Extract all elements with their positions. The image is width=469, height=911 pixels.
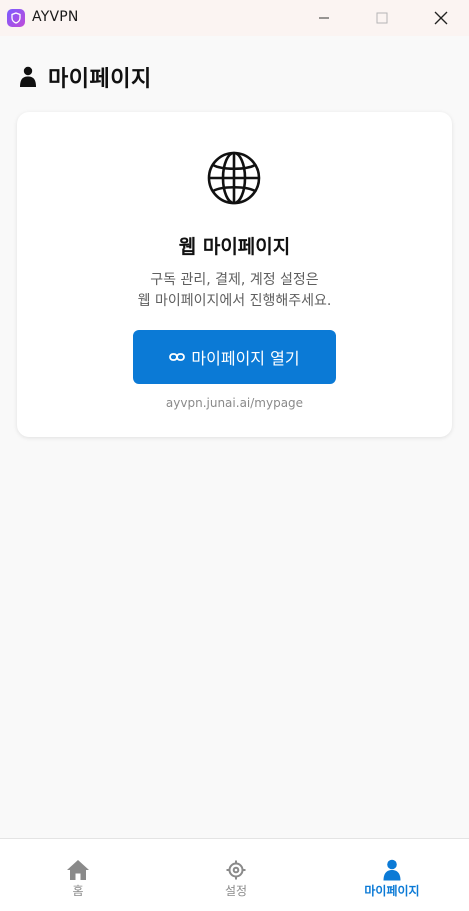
open-mypage-button-label: 마이페이지 열기 — [191, 349, 300, 368]
nav-item-mypage[interactable]: 마이페이지 — [314, 839, 469, 911]
card-description: 구독 관리, 결제, 계정 설정은 웹 마이페이지에서 진행해주세요. — [17, 270, 452, 312]
app-logo-icon — [7, 9, 25, 27]
minimize-icon — [319, 17, 329, 19]
web-mypage-card: 웹 마이페이지 구독 관리, 결제, 계정 설정은 웹 마이페이지에서 진행해주… — [17, 112, 452, 437]
card-title: 웹 마이페이지 — [178, 236, 291, 258]
page-header: 마이페이지 — [18, 62, 152, 92]
link-icon — [169, 353, 186, 361]
minimize-button[interactable] — [301, 0, 347, 36]
mypage-url: ayvpn.junai.ai/mypage — [165, 396, 304, 410]
card-description-line2: 웹 마이페이지에서 진행해주세요. — [137, 293, 332, 309]
nav-item-home[interactable]: 홈 — [0, 839, 156, 911]
nav-label-mypage: 마이페이지 — [364, 884, 420, 898]
maximize-button[interactable] — [359, 0, 405, 36]
nav-item-settings[interactable]: 설정 — [158, 839, 314, 911]
close-icon — [434, 11, 448, 25]
globe-icon — [207, 151, 261, 205]
nav-label-settings: 설정 — [224, 884, 248, 898]
card-description-line1: 구독 관리, 결제, 계정 설정은 — [150, 272, 319, 288]
app-window: AYVPN 마이페이지 웹 마이페이지 구독 관리, 결제, 계정 설정은 웹 … — [0, 0, 469, 911]
person-icon — [20, 66, 36, 87]
window-title: AYVPN — [32, 9, 79, 25]
home-icon — [67, 860, 89, 880]
person-icon — [383, 859, 401, 881]
gear-icon — [226, 860, 246, 880]
close-button[interactable] — [418, 0, 464, 36]
maximize-icon — [376, 12, 388, 24]
bottom-nav: 홈 설정 마이페이지 — [0, 838, 469, 911]
title-bar[interactable]: AYVPN — [0, 0, 469, 36]
open-mypage-button[interactable]: 마이페이지 열기 — [133, 330, 336, 384]
page-title: 마이페이지 — [48, 67, 152, 92]
nav-label-home: 홈 — [72, 884, 84, 898]
